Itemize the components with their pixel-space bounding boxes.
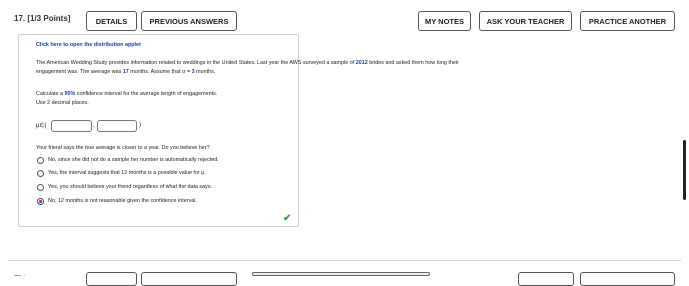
interval-suffix: ) xyxy=(139,122,141,128)
scrollbar-thumb[interactable] xyxy=(683,140,686,200)
previous-answers-button[interactable]: PREVIOUS ANSWERS xyxy=(141,11,237,31)
option-label-2: Yes, the interval suggests that 12 month… xyxy=(48,170,206,176)
option-radio-1[interactable] xyxy=(37,157,44,164)
interval-upper-input[interactable] xyxy=(97,120,137,132)
my-notes-button[interactable]: MY NOTES xyxy=(418,11,471,31)
next-question-progress-bar xyxy=(252,272,430,276)
details-button[interactable]: DETAILS xyxy=(86,11,137,31)
practice-another-button[interactable]: PRACTICE ANOTHER xyxy=(580,11,675,31)
friend-question: Your friend says the true average is clo… xyxy=(36,145,210,151)
next-ask-teacher-button-partial[interactable] xyxy=(518,272,574,286)
distribution-applet-link[interactable]: Click here to open the distribution appl… xyxy=(36,41,141,49)
calculate-instruction: Calculate a 95% confidence interval for … xyxy=(36,91,218,97)
next-previous-answers-button-partial[interactable] xyxy=(141,272,237,286)
next-details-button-partial[interactable] xyxy=(86,272,137,286)
interval-lower-input[interactable] xyxy=(51,120,92,132)
correct-check-icon: ✔ xyxy=(283,213,292,224)
interval-prefix: μ∈( xyxy=(36,123,47,129)
option-radio-2[interactable] xyxy=(37,170,44,177)
question-number: 17. [1/3 Points] xyxy=(14,14,71,23)
option-radio-3[interactable] xyxy=(37,184,44,191)
problem-text-line-1: The American Wedding Study provides info… xyxy=(36,60,459,66)
question-separator xyxy=(8,260,681,261)
option-radio-4[interactable] xyxy=(37,198,44,205)
ask-teacher-button[interactable]: ASK YOUR TEACHER xyxy=(479,11,572,31)
option-label-1: No, since she did not do a sample her nu… xyxy=(48,157,219,163)
next-question-number-partial: — · xyxy=(14,272,26,279)
decimal-instruction: Use 2 decimal places. xyxy=(36,100,89,106)
option-label-4: No, 12 months is not reasonable given th… xyxy=(48,198,197,204)
option-label-3: Yes, you should believe your friend rega… xyxy=(48,184,213,190)
interval-comma: , xyxy=(93,123,95,129)
next-practice-another-button-partial[interactable] xyxy=(580,272,675,286)
problem-text-line-2: engagement was. The average was 17 month… xyxy=(36,69,216,75)
